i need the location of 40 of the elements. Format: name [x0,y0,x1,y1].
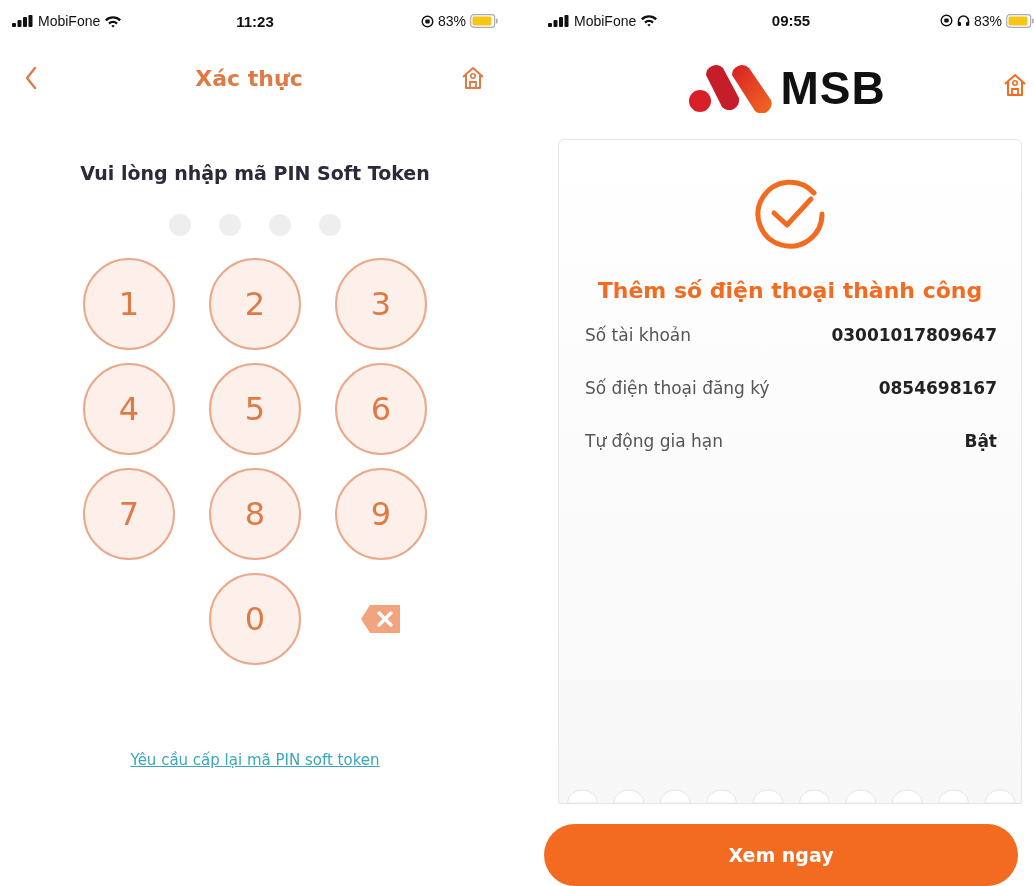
logo-icon [688,62,775,113]
carrier-name: MobiFone [38,13,101,29]
wifi-icon [640,14,659,28]
keypad-key[interactable]: 5 [209,363,301,455]
view-now-button[interactable]: Xem ngay [544,824,1018,886]
pin-prompt: Vui lòng nhập mã PIN Soft Token [79,162,431,184]
signal-icon [12,15,34,27]
rotation-lock-icon [420,14,434,28]
keypad-key[interactable]: 7 [83,468,175,560]
battery-icon [470,14,498,28]
headphones-icon [956,14,970,28]
delete-button[interactable] [360,604,402,634]
detail-label: Số điện thoại đăng ký [585,378,770,399]
home-button[interactable] [1002,71,1028,98]
detail-value: 0854698167 [878,378,997,399]
rotation-lock-icon [939,14,953,28]
detail-label: Số tài khoản [585,325,692,346]
detail-label: Tự động gia hạn [585,431,724,452]
battery-percent: 83% [973,12,1002,29]
screen-title: Xác thực [195,65,303,91]
success-title: Thêm số điện thoại thành công [597,278,983,304]
keypad-key[interactable]: 0 [209,573,301,665]
keypad-key[interactable]: 4 [83,363,175,455]
signal-icon [548,14,570,27]
keypad-key[interactable]: 2 [209,258,301,350]
keypad-key[interactable]: 9 [335,468,427,560]
carrier-name: MobiFone [574,12,637,29]
logo-text: MSB [780,60,886,115]
battery-icon [1006,13,1034,28]
keypad-key[interactable]: 6 [335,363,427,455]
keypad-key[interactable]: 8 [209,468,301,560]
keypad-key[interactable]: 3 [335,258,427,350]
wifi-icon [104,14,123,28]
clock-time: 09:55 [771,12,811,30]
battery-percent: 83% [437,13,466,29]
detail-value: 03001017809647 [831,325,997,346]
keypad-key[interactable]: 1 [83,258,175,350]
clock-time: 11:23 [236,12,274,30]
resend-pin-link[interactable]: Yêu cầu cấp lại mã PIN soft token [130,751,380,769]
detail-value: Bật [964,431,997,452]
